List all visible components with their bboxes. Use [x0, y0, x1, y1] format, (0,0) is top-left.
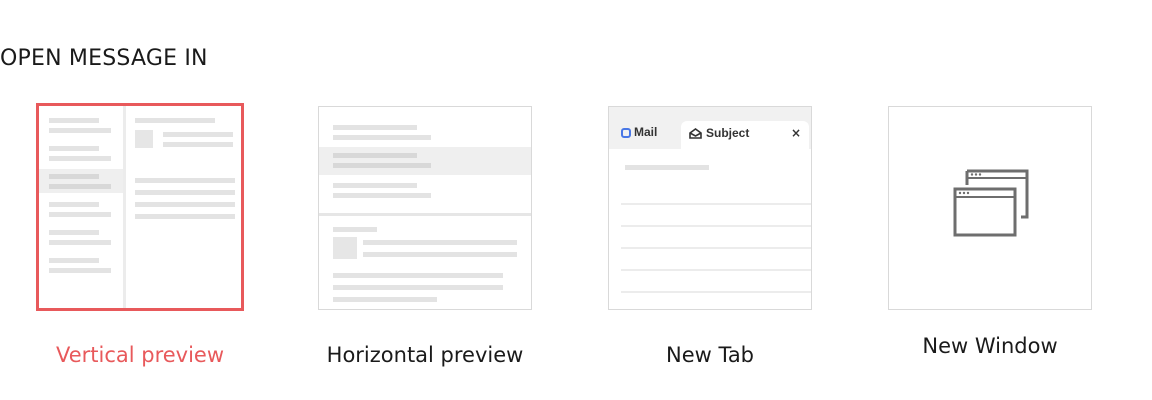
horizontal-preview-thumbnail[interactable]: [318, 106, 532, 310]
option-label[interactable]: New Window: [850, 334, 1130, 358]
list-line: [49, 258, 99, 263]
avatar-placeholder: [135, 130, 153, 148]
list-line: [49, 212, 111, 217]
list-line: [49, 156, 111, 161]
list-line: [49, 202, 99, 207]
preview-line: [163, 132, 233, 137]
list-line: [49, 240, 111, 245]
list-line: [333, 193, 431, 198]
list-line: [49, 268, 111, 273]
subject-tab: Subject ×: [681, 121, 809, 151]
new-window-thumbnail[interactable]: [888, 106, 1092, 310]
subject-tab-label: Subject: [706, 126, 750, 140]
row-separator: [621, 269, 811, 271]
option-label[interactable]: Vertical preview: [0, 343, 280, 367]
mail-app-icon: [621, 128, 631, 138]
list-line: [49, 174, 99, 179]
selected-list-row: [39, 169, 123, 193]
list-line: [49, 128, 111, 133]
list-line: [333, 135, 431, 140]
preview-line: [333, 285, 503, 290]
vertical-preview-thumbnail[interactable]: [36, 103, 244, 311]
open-message-settings: OPEN MESSAGE IN Vertical preview Horizon…: [0, 0, 1152, 400]
preview-line: [363, 240, 517, 245]
preview-line: [135, 178, 235, 183]
selected-list-row: [319, 147, 531, 175]
avatar-placeholder: [333, 237, 357, 259]
new-tab-thumbnail[interactable]: Mail Subject ×: [608, 106, 812, 310]
mail-tab-label: Mail: [634, 125, 658, 139]
preview-line: [135, 202, 235, 207]
list-line: [49, 118, 99, 123]
option-label[interactable]: Horizontal preview: [285, 343, 565, 367]
preview-line: [625, 165, 709, 170]
row-separator: [621, 225, 811, 227]
mail-tab: Mail: [621, 125, 657, 139]
list-line: [333, 125, 417, 130]
preview-line: [163, 142, 233, 147]
preview-line: [135, 214, 235, 219]
list-line: [333, 183, 417, 188]
row-separator: [621, 291, 811, 293]
preview-line: [333, 297, 437, 302]
preview-line: [333, 273, 503, 278]
preview-line: [135, 190, 235, 195]
preview-line: [333, 227, 377, 232]
list-line: [49, 184, 111, 189]
pane-divider: [319, 213, 531, 216]
row-separator: [621, 247, 811, 249]
section-title: OPEN MESSAGE IN: [0, 46, 208, 71]
list-line: [49, 146, 99, 151]
option-label[interactable]: New Tab: [570, 343, 850, 367]
preview-line: [363, 252, 517, 257]
preview-line: [135, 118, 215, 123]
row-separator: [621, 203, 811, 205]
close-tab-icon: ×: [790, 126, 801, 140]
list-line: [49, 230, 99, 235]
new-window-icon: [953, 169, 1029, 237]
subject-tab-title: Subject: [689, 126, 749, 140]
tab-strip: Mail Subject ×: [609, 107, 811, 151]
pane-divider: [123, 106, 126, 308]
list-line: [333, 153, 417, 158]
list-line: [333, 163, 431, 168]
open-envelope-icon: [689, 128, 702, 139]
